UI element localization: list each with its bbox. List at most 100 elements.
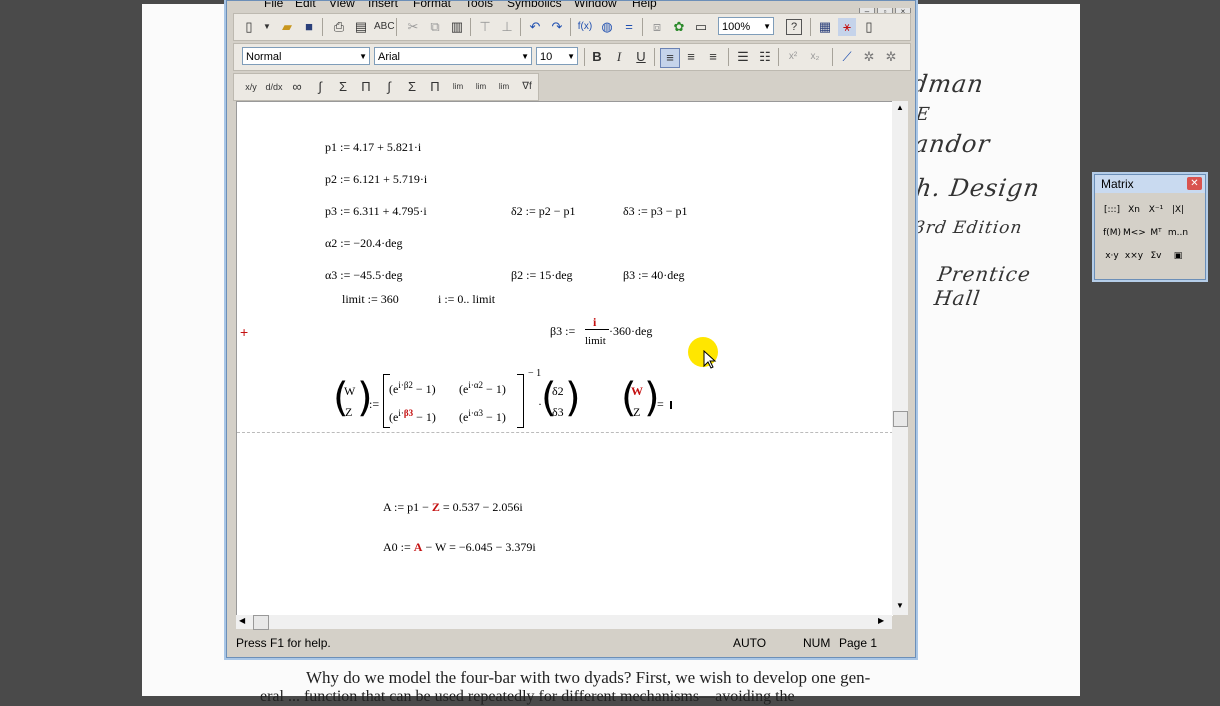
- spell-check-icon[interactable]: ABC: [374, 18, 395, 36]
- save-icon[interactable]: ■: [300, 18, 318, 36]
- align-top-icon[interactable]: ⊤: [476, 18, 494, 36]
- vectorize-icon[interactable]: f(M): [1101, 223, 1123, 243]
- eq-alpha2[interactable]: α2 := −20.4·deg: [325, 236, 402, 251]
- menu-file[interactable]: File: [264, 1, 283, 10]
- insert-unit-icon[interactable]: ◍: [598, 18, 616, 36]
- bold-icon[interactable]: B: [588, 48, 606, 66]
- menu-view[interactable]: View: [329, 1, 355, 10]
- align-right-icon[interactable]: ≡: [704, 48, 722, 66]
- superscript-icon[interactable]: x²: [784, 48, 802, 66]
- eq-alpha3[interactable]: α3 := −45.5·deg: [325, 268, 402, 283]
- transpose-icon[interactable]: Mᵀ: [1145, 223, 1167, 243]
- eq-A0[interactable]: A0 := A − W = −6.045 − 3.379i: [383, 540, 536, 555]
- eq-p3[interactable]: p3 := 6.311 + 4.795·i: [325, 204, 427, 219]
- chevron-down-icon[interactable]: ▼: [258, 18, 276, 36]
- underline-icon[interactable]: U: [632, 48, 650, 66]
- align-left-icon[interactable]: ≡: [660, 48, 680, 68]
- vertical-scroll-thumb[interactable]: [893, 411, 908, 427]
- menu-symbolics[interactable]: Symbolics: [507, 1, 562, 10]
- menu-format[interactable]: Format: [413, 1, 451, 10]
- vertical-scrollbar[interactable]: ▲ ▼: [892, 101, 908, 615]
- right-limit-icon[interactable]: lim: [472, 78, 490, 96]
- eq-delta2[interactable]: δ2 := p2 − p1: [511, 204, 576, 219]
- eq-i-range[interactable]: i := 0.. limit: [438, 292, 495, 307]
- menu-insert[interactable]: Insert: [368, 1, 398, 10]
- eq-beta3[interactable]: β3 := 40·deg: [623, 268, 685, 283]
- limit-icon[interactable]: lim: [449, 78, 467, 96]
- insert-component-icon[interactable]: ⧈: [648, 18, 666, 36]
- indefinite-integral-icon[interactable]: ∫: [380, 78, 398, 96]
- font-size-select[interactable]: 10 ▼: [536, 47, 578, 65]
- evaluation-icon[interactable]: ✲: [882, 48, 900, 66]
- scroll-left-icon[interactable]: ◀: [239, 616, 245, 625]
- infinity-icon[interactable]: ∞: [288, 78, 306, 96]
- print-preview-icon[interactable]: ▤: [352, 18, 370, 36]
- cross-product-icon[interactable]: x×y: [1123, 246, 1145, 266]
- close-icon[interactable]: ✕: [1187, 177, 1202, 190]
- scroll-down-icon[interactable]: ▼: [896, 601, 904, 610]
- subscript-icon[interactable]: x₂: [806, 48, 824, 66]
- eq-p2[interactable]: p2 := 6.121 + 5.719·i: [325, 172, 427, 187]
- product-icon[interactable]: Π: [357, 78, 375, 96]
- menu-tools[interactable]: Tools: [465, 1, 493, 10]
- italic-icon[interactable]: I: [610, 48, 628, 66]
- scroll-right-icon[interactable]: ▶: [878, 616, 884, 625]
- menu-window[interactable]: Window: [574, 1, 617, 10]
- calculate-icon[interactable]: =: [620, 18, 638, 36]
- copy-icon[interactable]: ⧉: [426, 18, 444, 36]
- eq-A[interactable]: A := p1 − Z = 0.537 − 2.056i: [383, 500, 523, 515]
- style-select[interactable]: Normal ▼: [242, 47, 370, 65]
- help-icon[interactable]: ?: [786, 19, 802, 35]
- print-icon[interactable]: ⎙: [330, 18, 348, 36]
- new-document-icon[interactable]: ▯: [240, 18, 258, 36]
- left-limit-icon[interactable]: lim: [495, 78, 513, 96]
- font-select[interactable]: Arial ▼: [374, 47, 532, 65]
- worksheet[interactable]: p1 := 4.17 + 5.821·i p2 := 6.121 + 5.719…: [236, 101, 893, 616]
- derivative-icon[interactable]: x/y: [242, 78, 260, 96]
- range-summation-icon[interactable]: Σ: [403, 78, 421, 96]
- bullets-icon[interactable]: ☰: [734, 48, 752, 66]
- handwriting-line: andor: [912, 130, 993, 158]
- paste-icon[interactable]: ▥: [448, 18, 466, 36]
- eq-limit[interactable]: limit := 360: [342, 292, 399, 307]
- symbolic-icon[interactable]: ✲: [860, 48, 878, 66]
- cut-icon[interactable]: ✂: [404, 18, 422, 36]
- range-variable-icon[interactable]: m..n: [1167, 223, 1189, 243]
- undo-icon[interactable]: ↶: [526, 18, 544, 36]
- picture-icon[interactable]: ▣: [1167, 246, 1189, 266]
- scroll-up-icon[interactable]: ▲: [896, 103, 904, 112]
- insert-matrix-icon[interactable]: [:::]: [1101, 200, 1123, 220]
- determinant-icon[interactable]: |X|: [1167, 200, 1189, 220]
- matrix-palette-titlebar[interactable]: Matrix ✕: [1095, 175, 1205, 193]
- numbering-icon[interactable]: ☷: [756, 48, 774, 66]
- eq-delta3[interactable]: δ3 := p3 − p1: [623, 204, 688, 219]
- range-product-icon[interactable]: Π: [426, 78, 444, 96]
- horizontal-scrollbar[interactable]: ◀ ▶: [236, 615, 892, 630]
- align-center-icon[interactable]: ≡: [682, 48, 700, 66]
- menu-help[interactable]: Help: [632, 1, 657, 10]
- horizontal-scroll-thumb[interactable]: [253, 615, 269, 630]
- eq-p1[interactable]: p1 := 4.17 + 5.821·i: [325, 140, 421, 155]
- dot-product-icon[interactable]: x·y: [1101, 246, 1123, 266]
- matrix-subscript-icon[interactable]: Xn: [1123, 200, 1145, 220]
- insert-function-icon[interactable]: f(x): [576, 18, 594, 36]
- nth-derivative-icon[interactable]: d/dx: [265, 78, 283, 96]
- matrix-inverse-icon[interactable]: X⁻¹: [1145, 200, 1167, 220]
- gradient-icon[interactable]: ∇f: [518, 78, 536, 96]
- eq-beta2[interactable]: β2 := 15·deg: [511, 268, 573, 283]
- resource-center-icon[interactable]: ✿: [670, 18, 688, 36]
- matrix-toolbar-icon[interactable]: ▯: [860, 18, 878, 36]
- definite-integral-icon[interactable]: ∫: [311, 78, 329, 96]
- calculator-toolbar-icon[interactable]: ▦: [816, 18, 834, 36]
- open-folder-icon[interactable]: ▰: [278, 18, 296, 36]
- summation-icon[interactable]: Σ: [334, 78, 352, 96]
- window-icon[interactable]: ▭: [692, 18, 710, 36]
- vector-sum-icon[interactable]: Σv: [1145, 246, 1167, 266]
- graph-toolbar-icon[interactable]: ⚹: [838, 18, 856, 36]
- align-bottom-icon[interactable]: ⊥: [498, 18, 516, 36]
- matrix-column-icon[interactable]: M<>: [1123, 223, 1146, 243]
- redo-icon[interactable]: ↷: [548, 18, 566, 36]
- graph-icon[interactable]: ⟋: [838, 48, 856, 66]
- zoom-select[interactable]: 100% ▼: [718, 17, 774, 35]
- menu-edit[interactable]: Edit: [295, 1, 316, 10]
